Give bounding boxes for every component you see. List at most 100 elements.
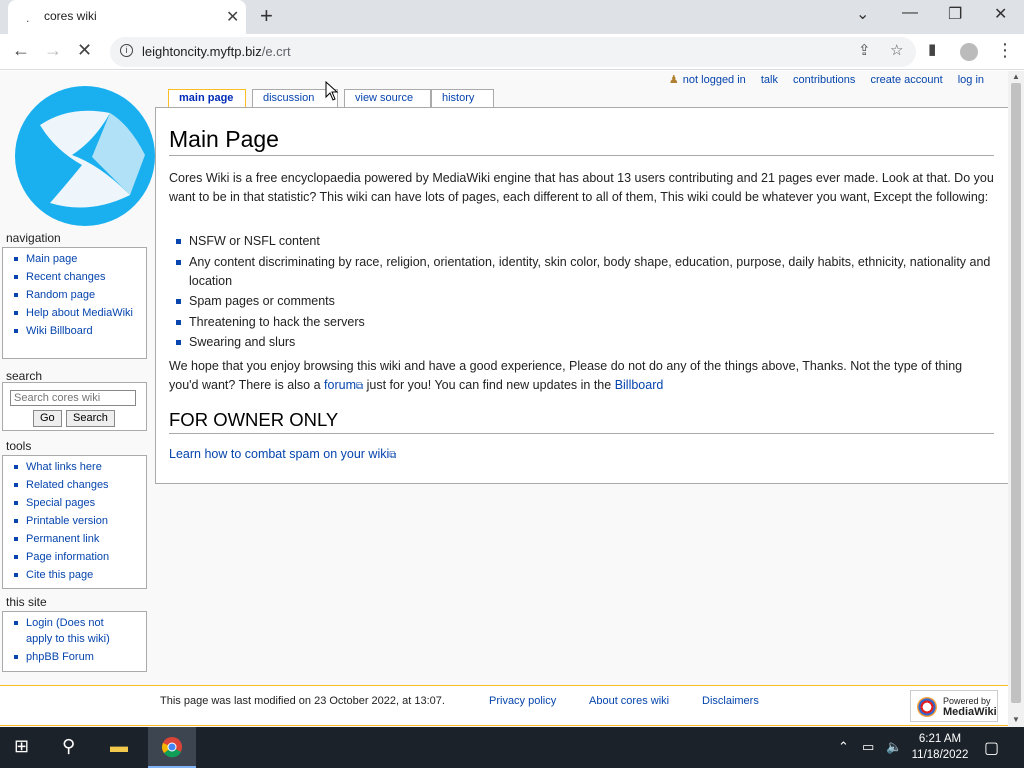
intro-paragraph: Cores Wiki is a free encyclopaedia power… (169, 171, 994, 204)
sidebar-item-special-pages[interactable]: Special pages (13, 495, 142, 511)
volume-icon[interactable]: 🔈 (886, 739, 902, 755)
owner-heading: FOR OWNER ONLY (169, 409, 994, 434)
personal-tools: ♟ not logged in talk contributions create… (657, 73, 984, 86)
list-item: Threatening to hack the servers (176, 313, 994, 332)
sidebar-item-permanent-link[interactable]: Permanent link (13, 531, 142, 547)
notifications-icon[interactable]: ▢ (984, 738, 999, 758)
search-button[interactable]: Search (66, 410, 115, 427)
sidebar-item-page-information[interactable]: Page information (13, 549, 142, 565)
content-area: Main Page Cores Wiki is a free encyclopa… (155, 107, 1008, 484)
menu-icon[interactable]: ⋮ (996, 40, 1014, 61)
restore-button[interactable]: ❐ (948, 4, 962, 24)
tab-view-source[interactable]: view source (344, 89, 431, 107)
page-title: Main Page (169, 126, 994, 156)
side-panel-icon[interactable]: ▮ (928, 40, 936, 58)
this-site-heading: this site (6, 595, 47, 609)
mediawiki-flower-icon (917, 697, 937, 717)
windows-start-icon[interactable]: ⊞ (14, 736, 29, 757)
mediawiki-text: MediaWiki (943, 706, 997, 718)
billboard-link[interactable]: Billboard (615, 378, 664, 392)
personal-talk[interactable]: talk (761, 74, 778, 86)
tab-history[interactable]: history (431, 89, 494, 107)
favicon-icon: . (26, 11, 30, 25)
wiki-page: ♟ not logged in talk contributions create… (0, 71, 1008, 727)
page-scrollbar[interactable]: ▲ ▼ (1008, 71, 1024, 727)
powered-by-mediawiki-badge[interactable]: Powered by MediaWiki (910, 690, 998, 722)
sidebar-item-help[interactable]: Help about MediaWiki (13, 305, 142, 321)
navigation-portlet: Main page Recent changes Random page Hel… (2, 247, 147, 359)
outro-text-2: just for you! You can find new updates i… (363, 378, 615, 392)
sidebar-item-what-links-here[interactable]: What links here (13, 459, 142, 475)
go-button[interactable]: Go (33, 410, 62, 427)
personal-contributions[interactable]: contributions (793, 74, 855, 86)
footer: This page was last modified on 23 Octobe… (0, 685, 1008, 726)
sidebar-item-related-changes[interactable]: Related changes (13, 477, 142, 493)
show-hidden-icons-icon[interactable]: ⌃ (838, 739, 849, 755)
sidebar-item-main-page[interactable]: Main page (13, 251, 142, 267)
sidebar-item-printable-version[interactable]: Printable version (13, 513, 142, 529)
browser-tabstrip: . cores wiki ✕ + ⌄ — ❐ ✕ (0, 0, 1024, 34)
chrome-icon (162, 737, 182, 758)
list-item: NSFW or NSFL content (176, 232, 994, 251)
spam-help-link[interactable]: Learn how to combat spam on your wiki⧉ (169, 447, 396, 461)
stop-loading-icon[interactable]: ✕ (77, 40, 92, 61)
personal-create-account[interactable]: create account (870, 74, 942, 86)
clock-date: 11/18/2022 (911, 749, 969, 761)
sidebar-item-cite-this-page[interactable]: Cite this page (13, 567, 142, 583)
search-input[interactable] (10, 390, 136, 406)
profile-avatar-icon[interactable] (960, 43, 978, 61)
about-link[interactable]: About cores wiki (589, 695, 669, 707)
rules-list: NSFW or NSFL content Any content discrim… (176, 232, 994, 354)
outro-paragraph: We hope that you enjoy browsing this wik… (169, 357, 994, 396)
sidebar-item-billboard[interactable]: Wiki Billboard (13, 323, 142, 339)
clock-time: 6:21 AM (918, 733, 962, 745)
back-icon[interactable]: ← (12, 40, 30, 61)
last-modified-text: This page was last modified on 23 Octobe… (160, 695, 445, 707)
list-item: Spam pages or comments (176, 292, 994, 311)
personal-not-logged-in: not logged in (682, 74, 746, 86)
sidebar-item-login[interactable]: Login (Does not apply to this wiki) (13, 615, 113, 647)
url-text[interactable]: leightoncity.myftp.biz/e.crt (142, 44, 291, 59)
forward-icon[interactable]: → (44, 40, 62, 61)
tab-title: cores wiki (44, 9, 97, 23)
browser-tab[interactable]: . cores wiki ✕ (8, 0, 246, 34)
mouse-cursor-icon (325, 81, 339, 101)
scroll-up-icon[interactable]: ▲ (1012, 72, 1020, 81)
minimize-button[interactable]: — (902, 4, 918, 22)
personal-log-in[interactable]: log in (958, 74, 984, 86)
tab-search-icon[interactable]: ⌄ (856, 4, 869, 24)
tools-heading: tools (6, 439, 32, 453)
this-site-portlet: Login (Does not apply to this wiki) phpB… (2, 611, 147, 672)
close-window-button[interactable]: ✕ (994, 4, 1007, 24)
sidebar-item-recent-changes[interactable]: Recent changes (13, 269, 142, 285)
bookmark-star-icon[interactable]: ☆ (890, 41, 903, 59)
powered-by-text: Powered by (943, 696, 991, 706)
browser-toolbar: ← → ✕ i leightoncity.myftp.biz/e.crt ⇪ ☆… (0, 34, 1024, 70)
sidebar-item-random-page[interactable]: Random page (13, 287, 142, 303)
wiki-logo[interactable] (10, 85, 160, 227)
scrollbar-thumb[interactable] (1011, 83, 1021, 703)
search-icon[interactable]: ⚲ (62, 736, 75, 757)
new-tab-button[interactable]: + (260, 3, 273, 29)
chrome-taskbar-button[interactable] (148, 727, 196, 768)
external-link-icon: ⧉ (389, 450, 397, 461)
close-tab-icon[interactable]: ✕ (226, 7, 239, 27)
list-item: Swearing and slurs (176, 333, 994, 352)
address-bar[interactable]: i leightoncity.myftp.biz/e.crt ⇪ ☆ (110, 37, 916, 67)
tab-main-page[interactable]: main page (168, 89, 246, 107)
sidebar-item-phpbb-forum[interactable]: phpBB Forum (13, 649, 142, 665)
disclaimers-link[interactable]: Disclaimers (702, 695, 759, 707)
share-icon[interactable]: ⇪ (858, 41, 871, 59)
spam-paragraph: Learn how to combat spam on your wiki⧉ (169, 445, 396, 465)
system-clock[interactable]: 6:21 AM 11/18/2022 (905, 731, 975, 763)
scroll-down-icon[interactable]: ▼ (1012, 715, 1020, 724)
windows-taskbar: ⊞ ⚲ ▬ ⌃ ▭ 🔈 6:21 AM 11/18/2022 ▢ (0, 727, 1024, 768)
site-info-icon[interactable]: i (120, 44, 133, 57)
file-explorer-icon[interactable]: ▬ (110, 736, 128, 757)
privacy-policy-link[interactable]: Privacy policy (489, 695, 556, 707)
forum-link[interactable]: forum⧉ (324, 378, 363, 392)
tools-portlet: What links here Related changes Special … (2, 455, 147, 589)
network-icon[interactable]: ▭ (862, 739, 874, 755)
user-icon: ♟ (668, 74, 679, 86)
list-item: Any content discriminating by race, reli… (176, 253, 994, 291)
